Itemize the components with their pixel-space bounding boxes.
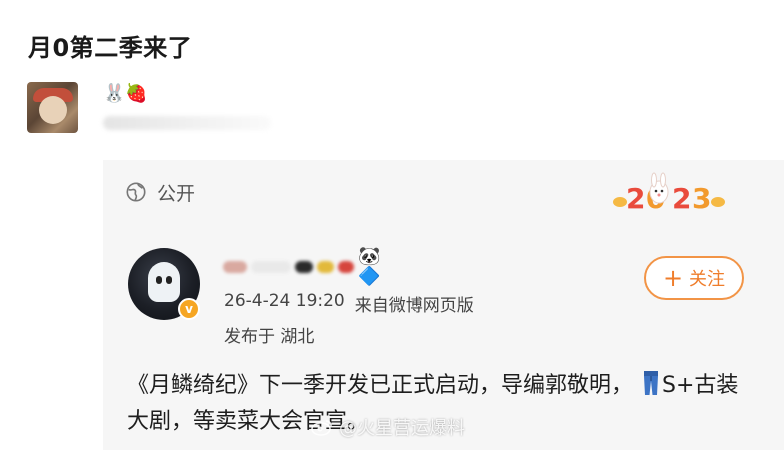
- post-title: 月0第二季来了: [28, 34, 193, 62]
- poster-avatar[interactable]: [27, 82, 78, 133]
- watermark: @火星营运爆料: [311, 415, 465, 439]
- name-blur-segment: [316, 261, 335, 273]
- follow-button[interactable]: + 关注: [644, 256, 744, 300]
- poster-subtitle-blurred: [103, 116, 271, 130]
- watermark-text: @火星营运爆料: [339, 418, 465, 439]
- name-blur-segment: [250, 261, 291, 273]
- avatar-ghost-figure: [148, 262, 180, 302]
- post-timestamp[interactable]: 26-4-24 19:20: [224, 291, 345, 316]
- poster-name-emojis[interactable]: 🐰🍓: [103, 84, 148, 104]
- jeans-icon: [644, 371, 659, 395]
- name-blur-segment: [294, 261, 313, 273]
- name-blur-segment: [338, 261, 355, 273]
- globe-icon: [126, 182, 146, 202]
- author-name-blurred[interactable]: 🐼🔷: [223, 247, 403, 287]
- author-name-emojis: 🐼🔷: [358, 246, 381, 287]
- body-text-part-1: 《月鳞绮纪》下一季开发已正式启动，导编郭敬明，: [127, 373, 634, 398]
- visibility-indicator: 公开: [125, 180, 196, 205]
- weibo-logo-icon: [311, 420, 332, 436]
- rabbit-2023-badge-icon: 2 0 2 3: [613, 172, 725, 215]
- reposted-card[interactable]: 公开 2 0 2 3 v 🐼🔷: [103, 160, 784, 450]
- visibility-label: 公开: [157, 182, 196, 205]
- avatar-eye-right: [166, 276, 172, 284]
- svg-text:2: 2: [672, 182, 691, 215]
- plus-icon: +: [662, 264, 684, 292]
- svg-text:2: 2: [626, 182, 645, 215]
- name-blur-segment: [223, 261, 247, 273]
- weibo-repost-page: 月0第二季来了 🐰🍓 公开 2 0 2 3: [0, 0, 784, 450]
- post-meta: 26-4-24 19:20 来自微博网页版: [224, 291, 474, 316]
- verified-badge-icon: v: [178, 298, 200, 320]
- avatar-eye-left: [156, 276, 162, 284]
- post-location: 发布于 湖北: [224, 327, 315, 347]
- avatar-face: [39, 96, 67, 124]
- follow-label: 关注: [689, 269, 726, 290]
- post-source: 来自微博网页版: [354, 296, 474, 316]
- svg-text:3: 3: [692, 182, 711, 215]
